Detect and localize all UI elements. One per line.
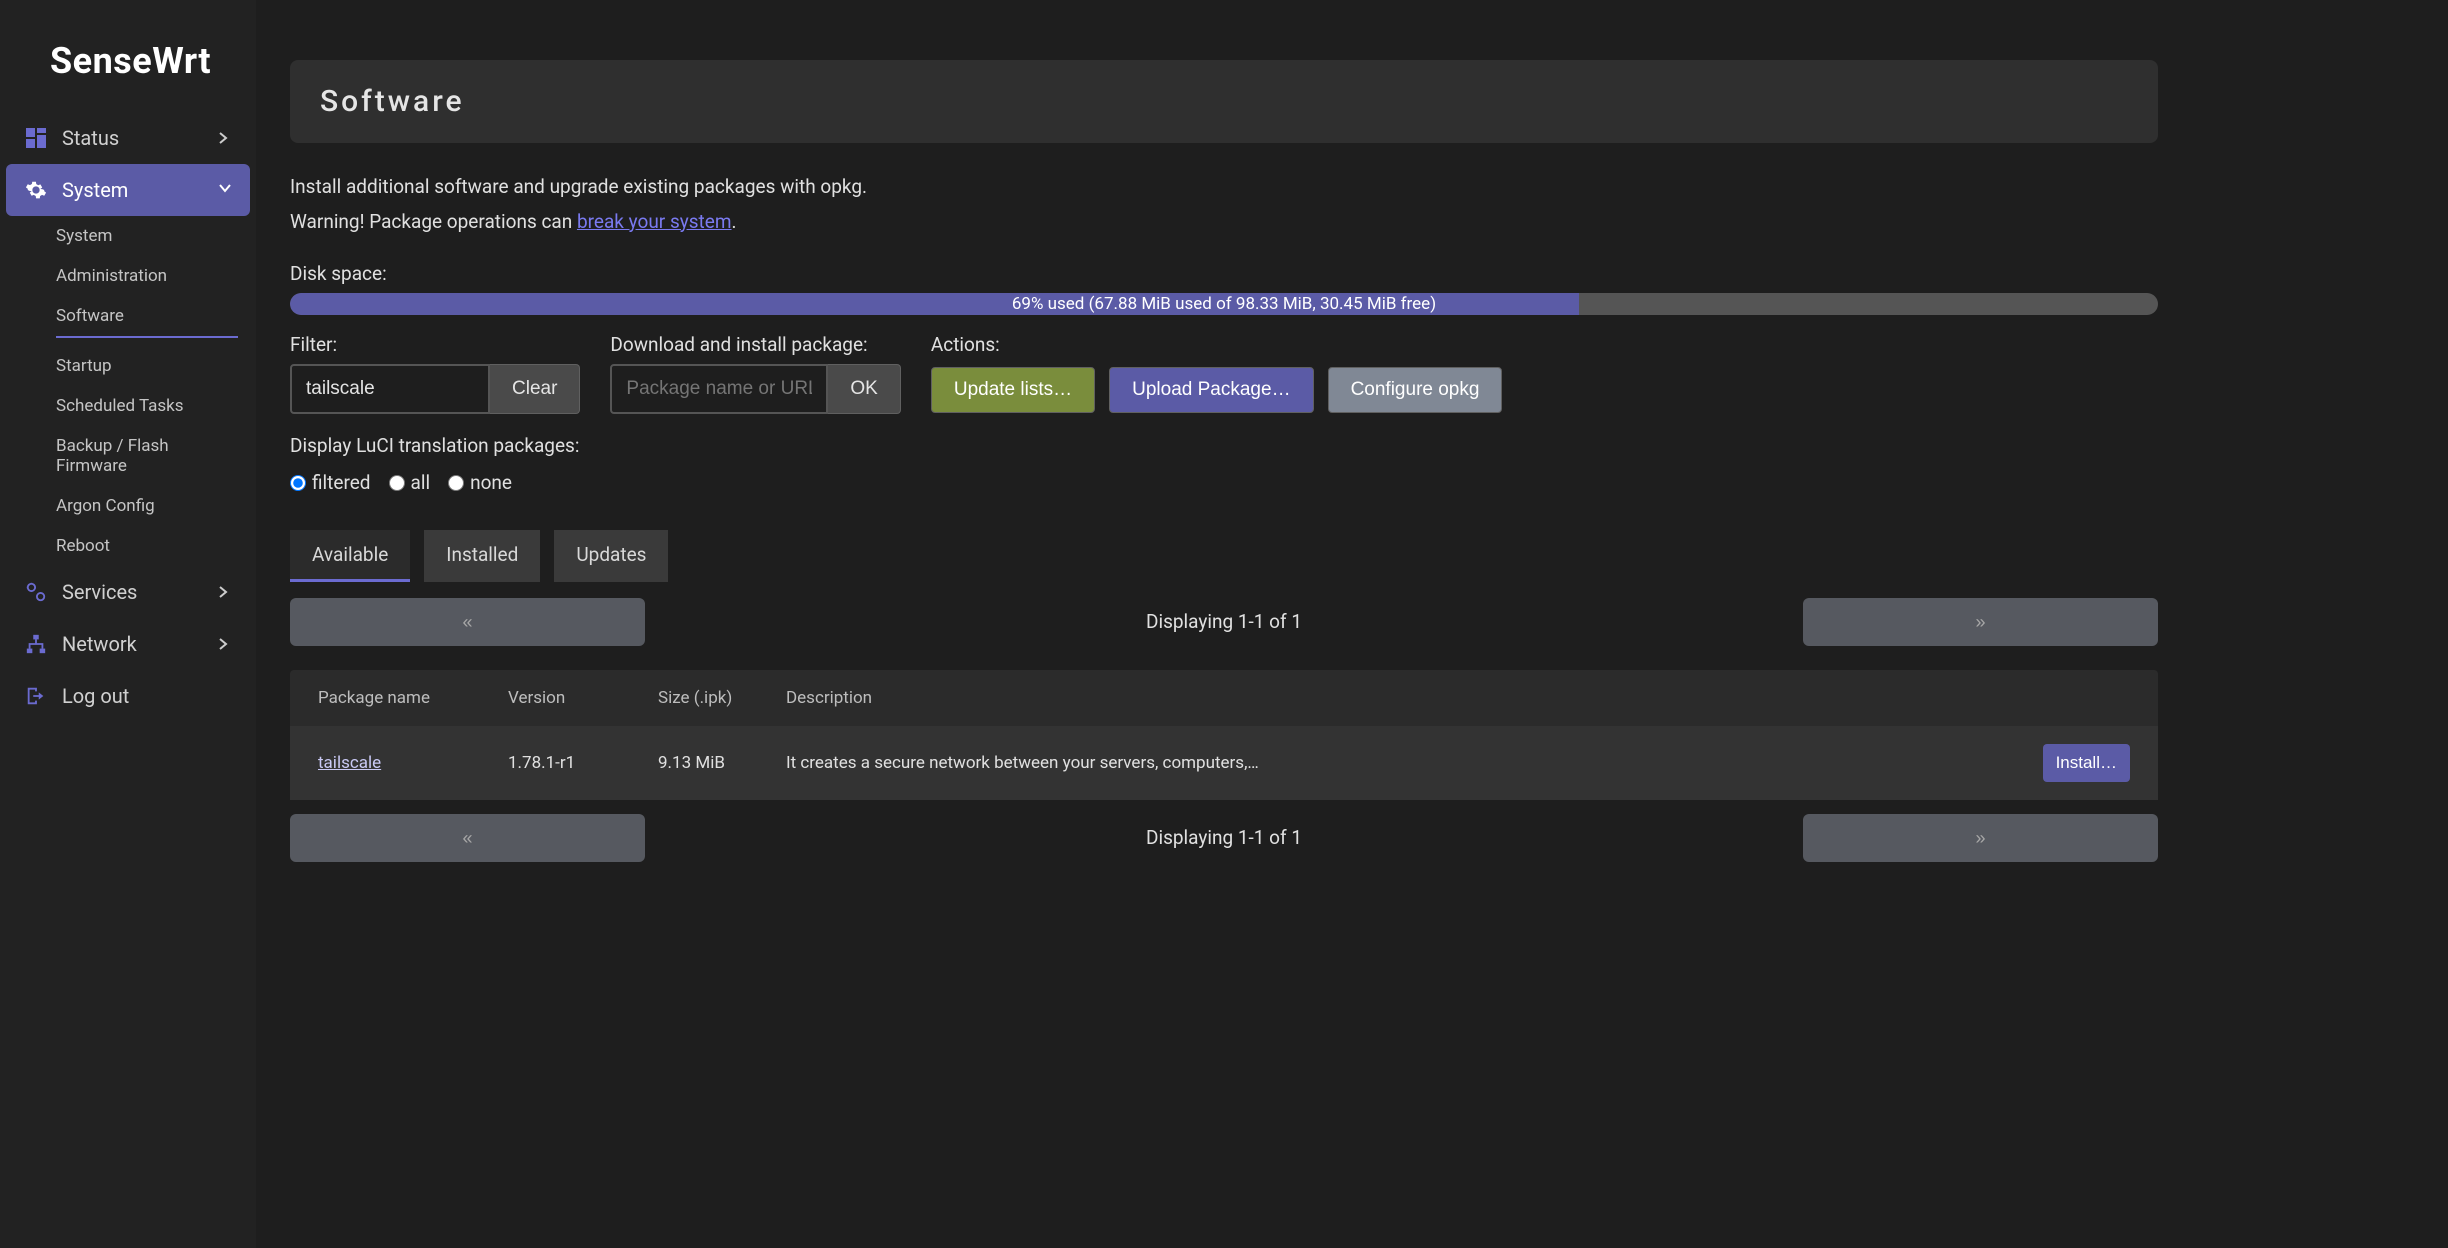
subnav-backup-flash[interactable]: Backup / Flash Firmware (0, 426, 256, 486)
subnav-reboot[interactable]: Reboot (0, 526, 256, 566)
subnav-system[interactable]: System (0, 216, 256, 256)
main-content: Software Install additional software and… (256, 0, 2448, 1248)
radio-none-input[interactable] (448, 475, 464, 491)
pager-next-button[interactable]: » (1803, 814, 2158, 862)
sidebar-item-label: Network (62, 632, 137, 656)
radio-all-input[interactable] (389, 475, 405, 491)
tab-available[interactable]: Available (290, 530, 410, 582)
disk-space-bar: 69% used (67.88 MiB used of 98.33 MiB, 3… (290, 293, 2158, 315)
sidebar-item-services[interactable]: Services (6, 566, 250, 618)
pager-prev-button[interactable]: « (290, 598, 645, 646)
th-size: Size (.ipk) (658, 688, 786, 708)
radio-filtered-input[interactable] (290, 475, 306, 491)
pager-status: Displaying 1-1 of 1 (645, 598, 1803, 646)
disk-space-label: Disk space: (290, 262, 2158, 285)
sidebar-item-label: Status (62, 126, 119, 150)
page-title: Software (320, 84, 2128, 119)
radio-none-label: none (470, 471, 512, 494)
upload-package-button[interactable]: Upload Package… (1109, 367, 1313, 413)
th-package-name: Package name (318, 688, 508, 708)
intro-warning-suffix: . (732, 210, 737, 233)
pager-bottom: « Displaying 1-1 of 1 » (290, 814, 2158, 862)
table-row: tailscale 1.78.1-r1 9.13 MiB It creates … (290, 726, 2158, 800)
break-system-link[interactable]: break your system (577, 210, 732, 233)
table-header: Package name Version Size (.ipk) Descrip… (290, 670, 2158, 726)
subnav-scheduled-tasks[interactable]: Scheduled Tasks (0, 386, 256, 426)
subnav-software[interactable]: Software (56, 296, 238, 338)
intro-line-1: Install additional software and upgrade … (290, 173, 2158, 202)
page-header: Software (290, 60, 2158, 143)
install-button[interactable]: Install… (2043, 744, 2130, 782)
subnav-argon-config[interactable]: Argon Config (0, 486, 256, 526)
intro-line-2: Warning! Package operations can break yo… (290, 208, 2158, 237)
radio-filtered[interactable]: filtered (290, 471, 371, 494)
package-version: 1.78.1-r1 (508, 753, 658, 773)
pager-top: « Displaying 1-1 of 1 » (290, 598, 2158, 646)
controls-row: Filter: Clear Download and install packa… (290, 333, 2158, 414)
update-lists-button[interactable]: Update lists… (931, 367, 1095, 413)
dashboard-icon (24, 126, 48, 150)
filter-input[interactable] (290, 364, 490, 414)
sidebar-item-system[interactable]: System (6, 164, 250, 216)
radio-filtered-label: filtered (312, 471, 371, 494)
actions-label: Actions: (931, 333, 1503, 356)
th-version: Version (508, 688, 658, 708)
sidebar-item-network[interactable]: Network (6, 618, 250, 670)
logout-icon (24, 684, 48, 708)
radio-none[interactable]: none (448, 471, 512, 494)
package-size: 9.13 MiB (658, 753, 786, 773)
package-name-link[interactable]: tailscale (318, 753, 508, 773)
subnav-administration[interactable]: Administration (0, 256, 256, 296)
clear-button[interactable]: Clear (490, 364, 580, 414)
radio-all[interactable]: all (389, 471, 431, 494)
download-column: Download and install package: OK (610, 333, 900, 414)
translation-label: Display LuCI translation packages: (290, 434, 2158, 457)
chevron-down-icon (218, 183, 232, 197)
sidebar-item-logout[interactable]: Log out (6, 670, 250, 722)
intro-warning-prefix: Warning! Package operations can (290, 210, 577, 233)
download-label: Download and install package: (610, 333, 900, 356)
filter-label: Filter: (290, 333, 580, 356)
sidebar-item-label: Log out (62, 684, 129, 708)
brand-logo: SenseWrt (0, 20, 256, 112)
chevron-right-icon (218, 585, 232, 599)
sidebar-item-label: Services (62, 580, 137, 604)
sidebar-item-label: System (62, 178, 128, 202)
actions-column: Actions: Update lists… Upload Package… C… (931, 333, 1503, 414)
tabs: Available Installed Updates (290, 530, 2158, 582)
network-icon (24, 632, 48, 656)
sidebar-item-status[interactable]: Status (6, 112, 250, 164)
package-table: Package name Version Size (.ipk) Descrip… (290, 670, 2158, 800)
disk-space-text: 69% used (67.88 MiB used of 98.33 MiB, 3… (290, 293, 2158, 315)
disk-space-section: Disk space: 69% used (67.88 MiB used of … (290, 262, 2158, 315)
gear-icon (24, 178, 48, 202)
services-icon (24, 580, 48, 604)
radio-all-label: all (411, 471, 431, 494)
filter-column: Filter: Clear (290, 333, 580, 414)
ok-button[interactable]: OK (828, 364, 900, 414)
tab-updates[interactable]: Updates (554, 530, 668, 582)
configure-opkg-button[interactable]: Configure opkg (1328, 367, 1503, 413)
tab-installed[interactable]: Installed (424, 530, 540, 582)
package-description: It creates a secure network between your… (786, 753, 2020, 773)
pager-next-button[interactable]: » (1803, 598, 2158, 646)
th-description: Description (786, 688, 2020, 708)
chevron-right-icon (218, 131, 232, 145)
translation-section: Display LuCI translation packages: filte… (290, 434, 2158, 494)
package-url-input[interactable] (610, 364, 828, 414)
pager-prev-button[interactable]: « (290, 814, 645, 862)
chevron-right-icon (218, 637, 232, 651)
pager-status: Displaying 1-1 of 1 (645, 814, 1803, 862)
system-submenu: System Administration Software Startup S… (0, 216, 256, 566)
subnav-startup[interactable]: Startup (0, 346, 256, 386)
sidebar: SenseWrt Status System System Administra… (0, 0, 256, 1248)
